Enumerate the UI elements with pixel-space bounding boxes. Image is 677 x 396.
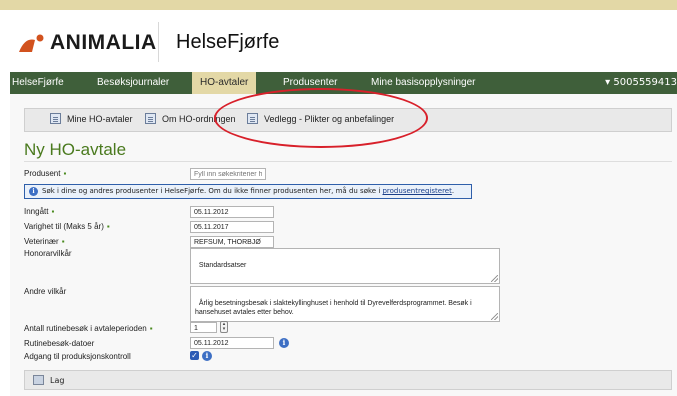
- produsent-label: Produsent ▪: [24, 169, 66, 178]
- subnav-label: Mine HO-avtaler: [67, 113, 133, 124]
- subnav-mine-ho-avtaler[interactable]: Mine HO-avtaler: [50, 113, 133, 124]
- info-icon[interactable]: i: [279, 338, 289, 348]
- save-button[interactable]: Lag: [33, 375, 64, 385]
- nav-item-mine-basisopplysninger[interactable]: Mine basisopplysninger: [371, 72, 476, 94]
- varighet-label: Varighet til (Maks 5 år) ▪: [24, 222, 110, 231]
- inngatt-label: Inngått ▪: [24, 207, 54, 216]
- user-menu[interactable]: ▾ 5005559413: [605, 72, 677, 94]
- antall-label: Antall rutinebesøk i avtaleperioden ▪: [24, 324, 153, 333]
- nav-item-helsefjorfe[interactable]: HelseFjørfe: [12, 72, 64, 94]
- page-title: Ny HO-avtale: [24, 140, 127, 159]
- inngatt-date-field[interactable]: 05.11.2012: [190, 206, 274, 218]
- andre-value: Årlig besetningsbesøk i slaktekyllinghus…: [195, 300, 474, 316]
- antall-label-text: Antall rutinebesøk i avtaleperioden: [24, 324, 147, 333]
- rutinedatoer-label: Rutinebesøk-datoer: [24, 339, 95, 348]
- document-icon: [145, 113, 156, 124]
- stepper-icon[interactable]: ▴ ▾: [220, 321, 228, 333]
- nav-item-besoksjournaler[interactable]: Besøksjournaler: [97, 72, 169, 94]
- resize-handle-icon[interactable]: [491, 313, 498, 320]
- honorar-label: Honorarvilkår: [24, 249, 72, 258]
- honorar-textarea[interactable]: Standardsatser: [190, 248, 500, 284]
- required-marker: ▪: [149, 324, 153, 333]
- inngatt-label-text: Inngått: [24, 207, 49, 216]
- app-title: HelseFjørfe: [176, 31, 280, 53]
- save-icon: [33, 375, 44, 385]
- required-marker: ▪: [63, 169, 67, 178]
- varighet-date-field[interactable]: 05.11.2017: [190, 221, 274, 233]
- andre-label: Andre vilkår: [24, 287, 67, 296]
- required-marker: ▪: [51, 207, 55, 216]
- info-text: Søk i dine og andres produsenter i Helse…: [42, 187, 383, 195]
- action-bar: Lag: [24, 370, 672, 390]
- adgang-label: Adgang til produksjonskontroll: [24, 352, 131, 361]
- logo-mark-icon: [19, 34, 44, 52]
- document-icon: [50, 113, 61, 124]
- required-marker: ▪: [106, 222, 110, 231]
- logo-text: ANIMALIA: [50, 31, 157, 54]
- antall-field[interactable]: 1: [190, 322, 217, 333]
- resize-handle-icon[interactable]: [491, 275, 498, 282]
- adgang-checkbox[interactable]: ✓: [190, 351, 199, 360]
- andre-textarea[interactable]: Årlig besetningsbesøk i slaktekyllinghus…: [190, 286, 500, 322]
- info-icon[interactable]: i: [202, 351, 212, 361]
- animalia-logo[interactable]: ANIMALIA: [18, 31, 157, 55]
- title-divider: [24, 161, 672, 162]
- veterinar-field[interactable]: REFSUM, THORBJØ: [190, 236, 274, 248]
- veterinar-label-text: Veterinær: [24, 237, 59, 246]
- produsent-label-text: Produsent: [24, 169, 61, 178]
- rutinedatoer-field[interactable]: 05.11.2012: [190, 337, 274, 349]
- header-divider: [158, 22, 159, 62]
- annotation-circle: [214, 88, 428, 148]
- veterinar-label: Veterinær ▪: [24, 237, 65, 246]
- info-box: i Søk i dine og andres produsenter i Hels…: [24, 184, 472, 199]
- top-band: [0, 0, 677, 10]
- varighet-label-text: Varighet til (Maks 5 år): [24, 222, 104, 231]
- produsent-search-input[interactable]: [190, 168, 266, 180]
- info-text-end: .: [451, 187, 455, 195]
- produsentregister-link[interactable]: produsentregisteret: [382, 187, 451, 195]
- honorar-value: Standardsatser: [198, 262, 247, 269]
- required-marker: ▪: [61, 237, 65, 246]
- nav-item-ho-avtaler[interactable]: HO-avtaler: [192, 72, 257, 94]
- save-label: Lag: [50, 375, 65, 385]
- info-icon: i: [29, 186, 38, 196]
